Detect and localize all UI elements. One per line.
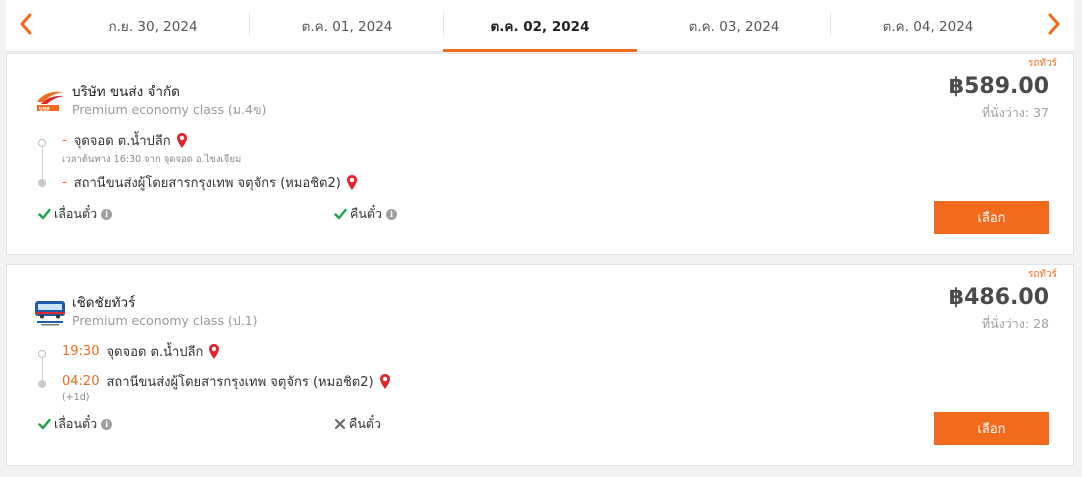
info-icon[interactable]: i xyxy=(101,418,113,430)
chevron-right-icon[interactable] xyxy=(1042,10,1066,38)
arrival-time: 04:20 xyxy=(62,374,100,389)
arrival-place: สถานีขนส่งผู้โดยสารกรุงเทพ จตุจักร (หมอช… xyxy=(106,375,374,390)
date-tab-label: ก.ย. 30, 2024 xyxy=(108,19,198,35)
bus-company-logo: บขส xyxy=(33,86,67,114)
trip-card: รถทัวร์ เชิดชัยทัวร์ Premium economy cla… xyxy=(6,264,1074,466)
date-tab-oct-03[interactable]: ต.ค. 03, 2024 xyxy=(637,0,831,52)
reschedule-label: เลื่อนตั๋ว xyxy=(54,206,98,221)
arrival-dot-icon xyxy=(38,380,46,388)
chevron-left-icon[interactable] xyxy=(14,10,38,38)
departure-stop: 19:30 จุดจอด ต.น้ำปลีก xyxy=(62,341,220,362)
check-icon xyxy=(38,208,51,220)
route-timeline-line xyxy=(42,147,43,183)
date-tab-label: ต.ค. 03, 2024 xyxy=(688,19,780,35)
map-pin-icon[interactable] xyxy=(346,174,358,191)
trip-type-tag: รถทัวร์ xyxy=(1027,58,1057,69)
trip-card: รถทัวร์ บขส บริษัท ขนส่ง จำกัด Premium e… xyxy=(6,53,1074,255)
departure-place: จุดจอด ต.น้ำปลีก xyxy=(73,134,171,149)
ticket-price: ฿589.00 xyxy=(948,74,1049,99)
operator-name: บริษัท ขนส่ง จำกัด xyxy=(72,84,180,100)
refund-policy: คืนตั๋ว i xyxy=(334,204,398,224)
bus-class: Premium economy class (ป.1) xyxy=(72,313,258,328)
select-trip-button[interactable]: เลือก xyxy=(934,412,1049,445)
date-tab-label: ต.ค. 04, 2024 xyxy=(882,19,974,35)
map-pin-icon[interactable] xyxy=(379,373,391,390)
refund-policy: คืนตั๋ว xyxy=(334,414,381,434)
map-pin-icon[interactable] xyxy=(176,132,188,149)
arrival-stop: - สถานีขนส่งผู้โดยสารกรุงเทพ จตุจักร (หม… xyxy=(62,172,358,193)
arrival-stop: 04:20 สถานีขนส่งผู้โดยสารกรุงเทพ จตุจักร… xyxy=(62,371,391,392)
info-icon[interactable]: i xyxy=(101,208,113,220)
refund-label: คืนตั๋ว xyxy=(350,206,383,221)
select-trip-button[interactable]: เลือก xyxy=(934,201,1049,234)
date-tab-oct-01[interactable]: ต.ค. 01, 2024 xyxy=(250,0,444,52)
date-tab-label: ต.ค. 01, 2024 xyxy=(301,19,393,35)
map-pin-icon[interactable] xyxy=(208,343,220,360)
info-icon[interactable]: i xyxy=(386,208,398,220)
cross-icon xyxy=(334,418,346,430)
trip-type-tag: รถทัวร์ xyxy=(1027,269,1057,280)
date-selector-bar: ก.ย. 30, 2024 ต.ค. 01, 2024 ต.ค. 02, 202… xyxy=(6,0,1074,52)
reschedule-label: เลื่อนตั๋ว xyxy=(54,416,98,431)
date-tab-oct-04[interactable]: ต.ค. 04, 2024 xyxy=(831,0,1025,52)
departure-dot-icon xyxy=(38,350,46,358)
seats-available: ที่นั่งว่าง: 37 xyxy=(981,105,1049,120)
svg-text:บขส: บขส xyxy=(39,106,50,113)
reschedule-policy: เลื่อนตั๋ว i xyxy=(38,414,113,434)
departure-stop: - จุดจอด ต.น้ำปลีก xyxy=(62,130,188,151)
check-icon xyxy=(38,418,51,430)
bus-class: Premium economy class (ม.4ข) xyxy=(72,102,267,117)
next-day-note: (+1d) xyxy=(62,392,90,403)
bus-company-logo xyxy=(33,297,67,326)
departure-time: 19:30 xyxy=(62,344,100,359)
date-tab-oct-02-active[interactable]: ต.ค. 02, 2024 xyxy=(443,0,637,52)
refund-label: คืนตั๋ว xyxy=(349,416,382,431)
date-tab-sep-30[interactable]: ก.ย. 30, 2024 xyxy=(56,0,250,52)
departure-origin-note: เวลาต้นทาง 16:30 จาก จุดจอด อ.ไขงเจียม xyxy=(62,154,242,165)
check-icon xyxy=(334,208,347,220)
date-tab-label: ต.ค. 02, 2024 xyxy=(490,19,590,35)
departure-place: จุดจอด ต.น้ำปลีก xyxy=(106,345,204,360)
active-tab-underline xyxy=(443,49,637,52)
arrival-place: สถานีขนส่งผู้โดยสารกรุงเทพ จตุจักร (หมอช… xyxy=(73,176,341,191)
reschedule-policy: เลื่อนตั๋ว i xyxy=(38,204,113,224)
seats-available: ที่นั่งว่าง: 28 xyxy=(981,316,1049,331)
arrival-time: - xyxy=(62,175,67,190)
ticket-price: ฿486.00 xyxy=(948,285,1049,310)
departure-time: - xyxy=(62,133,67,148)
arrival-dot-icon xyxy=(38,179,46,187)
departure-dot-icon xyxy=(38,139,46,147)
operator-name: เชิดชัยทัวร์ xyxy=(72,295,136,311)
